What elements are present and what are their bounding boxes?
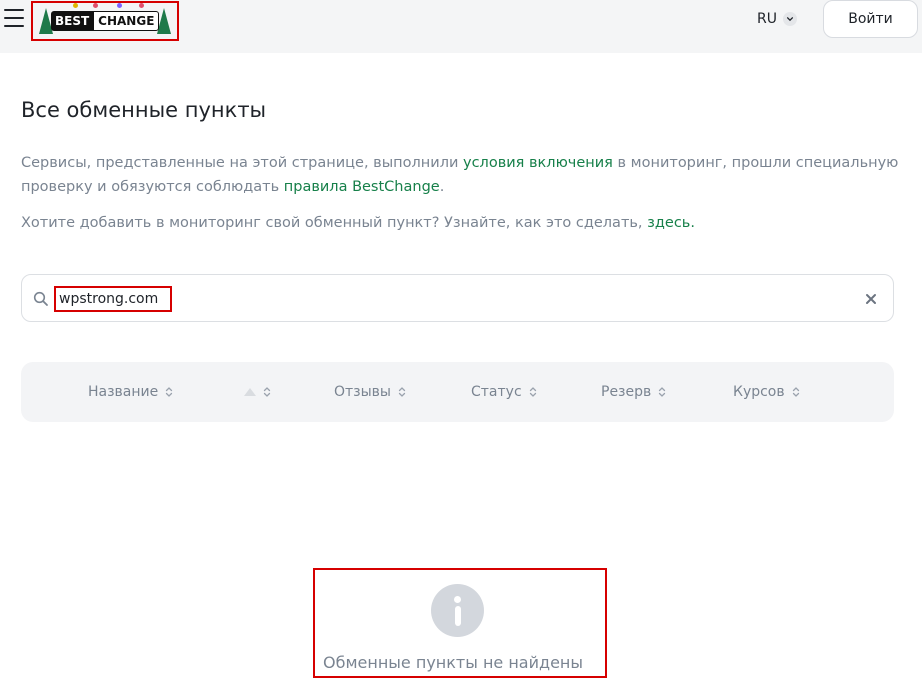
logo-change-text: CHANGE	[93, 11, 160, 31]
search-bar	[21, 274, 894, 322]
sort-icon	[529, 387, 536, 397]
rating-icon	[244, 388, 256, 396]
info-icon	[431, 584, 484, 637]
empty-state-message: Обменные пункты не найдены	[323, 653, 584, 672]
close-icon[interactable]	[863, 291, 879, 307]
desc-text: Сервисы, представленные на этой странице…	[21, 155, 463, 171]
desc-text: Хотите добавить в мониторинг свой обменн…	[21, 215, 648, 231]
bestchange-logo[interactable]: BEST CHANGE	[39, 3, 172, 36]
logo-best-text: BEST	[51, 11, 94, 31]
page-title: Все обменные пункты	[21, 98, 267, 122]
language-label: RU	[757, 11, 777, 27]
desc-text: .	[439, 179, 445, 195]
search-icon	[33, 291, 48, 306]
menu-icon[interactable]	[4, 9, 24, 27]
table-header: Название Отзывы Статус Резерв Курсов	[21, 362, 894, 422]
column-status[interactable]: Статус	[471, 383, 537, 401]
add-exchanger-text: Хотите добавить в мониторинг свой обменн…	[21, 211, 901, 235]
column-label: Резерв	[601, 384, 652, 400]
sort-icon	[398, 387, 406, 397]
sort-icon	[166, 387, 173, 397]
column-label: Отзывы	[334, 384, 391, 400]
sort-icon	[263, 387, 271, 397]
chevron-down-icon	[782, 12, 797, 26]
garland-decoration	[59, 3, 159, 11]
sort-icon	[792, 387, 799, 397]
column-label: Название	[88, 384, 159, 400]
rules-link[interactable]: правила BestChange	[284, 179, 440, 195]
sort-icon	[659, 387, 666, 397]
column-reserve[interactable]: Резерв	[601, 383, 666, 401]
column-rating[interactable]	[244, 383, 271, 401]
inclusion-conditions-link[interactable]: условия включения	[463, 155, 613, 171]
column-label: Статус	[471, 384, 522, 400]
column-name[interactable]: Название	[88, 383, 173, 401]
top-header: BEST CHANGE RU Войти	[0, 0, 922, 53]
column-reviews[interactable]: Отзывы	[334, 383, 406, 401]
here-link[interactable]: здесь.	[647, 215, 695, 231]
login-button[interactable]: Войти	[823, 0, 918, 38]
column-rates[interactable]: Курсов	[733, 383, 800, 401]
tree-icon	[157, 8, 172, 34]
description-text: Сервисы, представленные на этой странице…	[21, 151, 901, 199]
logo-highlight: BEST CHANGE	[31, 1, 179, 41]
language-selector[interactable]: RU	[757, 9, 797, 29]
search-input[interactable]	[59, 288, 167, 310]
column-label: Курсов	[733, 384, 785, 400]
